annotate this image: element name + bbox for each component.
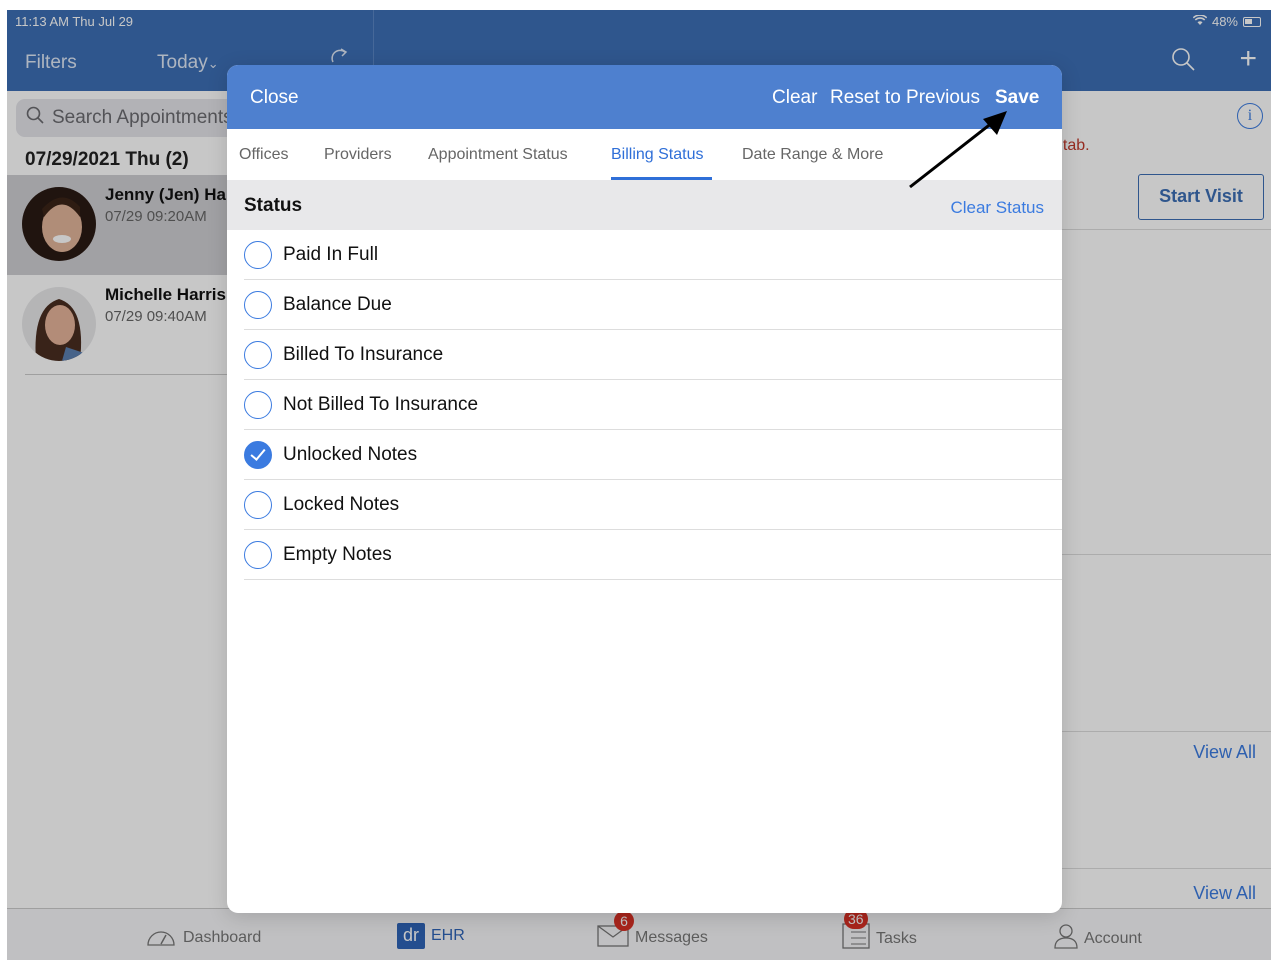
option-label: Locked Notes: [283, 494, 400, 515]
radio-icon[interactable]: [244, 341, 272, 369]
status-option[interactable]: Billed To Insurance: [244, 330, 1062, 380]
option-label: Paid In Full: [283, 244, 379, 265]
status-option[interactable]: Balance Due: [244, 280, 1062, 330]
checkmark-icon[interactable]: [244, 441, 272, 469]
clear-status-button[interactable]: Clear Status: [950, 198, 1044, 218]
status-option[interactable]: Unlocked Notes: [244, 430, 1062, 480]
tab-providers[interactable]: Providers: [324, 146, 392, 164]
radio-icon[interactable]: [244, 291, 272, 319]
radio-icon[interactable]: [244, 491, 272, 519]
status-option[interactable]: Empty Notes: [244, 530, 1062, 580]
status-option[interactable]: Paid In Full: [244, 230, 1062, 280]
option-label: Empty Notes: [283, 544, 392, 565]
status-option[interactable]: Not Billed To Insurance: [244, 380, 1062, 430]
annotation-arrow: [909, 111, 1007, 189]
section-title: Status: [244, 195, 303, 216]
option-label: Not Billed To Insurance: [283, 394, 479, 415]
radio-icon[interactable]: [244, 541, 272, 569]
tab-offices[interactable]: Offices: [239, 146, 289, 164]
clear-button[interactable]: Clear: [772, 87, 817, 109]
tab-date-range[interactable]: Date Range & More: [742, 146, 883, 164]
option-label: Billed To Insurance: [283, 344, 444, 365]
close-button[interactable]: Close: [250, 87, 299, 109]
radio-icon[interactable]: [244, 391, 272, 419]
tab-appointment-status[interactable]: Appointment Status: [428, 146, 568, 164]
filter-modal: Close Clear Reset to Previous Save Offic…: [227, 65, 1062, 913]
option-label: Balance Due: [283, 294, 392, 315]
radio-icon[interactable]: [244, 241, 272, 269]
tab-billing-status[interactable]: Billing Status: [611, 146, 704, 164]
status-option[interactable]: Locked Notes: [244, 480, 1062, 530]
option-label: Unlocked Notes: [283, 444, 418, 465]
